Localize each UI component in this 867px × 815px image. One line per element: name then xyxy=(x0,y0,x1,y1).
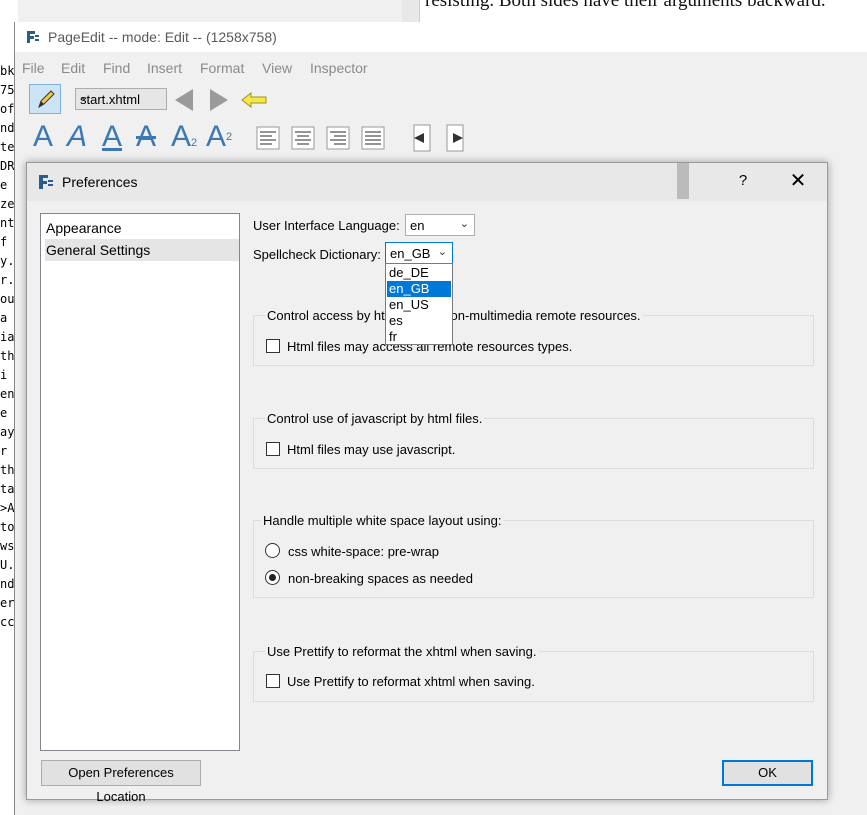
remote-resources-checkbox[interactable] xyxy=(266,339,280,353)
back-arrow-icon[interactable] xyxy=(173,87,195,113)
align-justify-icon[interactable] xyxy=(361,126,385,150)
chevron-down-icon: ⌄ xyxy=(437,246,447,258)
forward-arrow-icon[interactable] xyxy=(208,87,230,113)
align-center-icon[interactable] xyxy=(291,126,315,150)
menu-insert[interactable]: Insert xyxy=(147,60,182,76)
scroll-handle[interactable] xyxy=(677,163,689,199)
italic-a-icon[interactable]: A xyxy=(67,120,87,154)
nbsp-radio[interactable] xyxy=(265,570,280,585)
file-select[interactable]: start.xhtml ⌄ xyxy=(75,88,167,110)
pre-wrap-radio-label: css white-space: pre-wrap xyxy=(288,544,439,559)
menu-file[interactable]: File xyxy=(22,60,45,76)
prettify-checkbox[interactable] xyxy=(266,674,280,688)
dictionary-option-en-gb[interactable]: en_GB xyxy=(387,281,451,297)
spellcheck-select[interactable]: en_GB ⌄ xyxy=(385,242,453,264)
group-whitespace xyxy=(253,520,814,598)
background-document-top: resisting. Both sides have their argumen… xyxy=(402,0,867,24)
ui-language-value: en xyxy=(410,218,425,233)
background-scrollbar[interactable] xyxy=(402,0,420,24)
background-top-text: resisting. Both sides have their argumen… xyxy=(425,0,826,11)
pre-wrap-radio[interactable] xyxy=(265,543,280,558)
pencil-icon xyxy=(38,90,55,109)
spellcheck-value: en_GB xyxy=(390,246,431,261)
ui-language-select[interactable]: en ⌄ xyxy=(405,214,475,236)
menu-view[interactable]: View xyxy=(262,60,292,76)
spellcheck-label: Spellcheck Dictionary: xyxy=(253,247,381,262)
nbsp-radio-label: non-breaking spaces as needed xyxy=(288,571,474,586)
group-prettify-title: Use Prettify to reformat the xhtml when … xyxy=(265,644,539,659)
menu-inspector[interactable]: Inspector xyxy=(310,60,368,76)
menu-format[interactable]: Format xyxy=(200,60,244,76)
ok-button[interactable]: OK xyxy=(722,760,813,786)
align-left-icon[interactable] xyxy=(256,126,280,150)
help-button[interactable]: ? xyxy=(733,172,753,192)
return-arrow-icon[interactable] xyxy=(241,92,267,108)
preferences-logo-icon xyxy=(39,175,53,189)
dictionary-option-en-us[interactable]: en_US xyxy=(387,297,451,313)
superscript-a-icon[interactable]: A2 xyxy=(206,120,232,154)
prettify-checkbox-label: Use Prettify to reformat xhtml when savi… xyxy=(287,674,535,689)
close-button[interactable]: ✕ xyxy=(785,170,811,194)
dialog-title: Preferences xyxy=(62,174,138,190)
category-list: Appearance General Settings xyxy=(40,213,240,751)
menubar: File Edit Find Insert Format View Inspec… xyxy=(15,56,867,78)
dictionary-option-fr[interactable]: fr xyxy=(387,329,451,345)
group-javascript-title: Control use of javascript by html files. xyxy=(265,411,485,426)
dictionary-dropdown-list: de_DE en_GB en_US es fr xyxy=(385,263,453,345)
heading-a-icon[interactable]: A xyxy=(33,120,53,154)
menu-find[interactable]: Find xyxy=(103,60,130,76)
dictionary-option-de-de[interactable]: de_DE xyxy=(387,265,451,281)
chevron-down-icon: ⌄ xyxy=(80,92,89,103)
chevron-down-icon: ⌄ xyxy=(459,218,469,230)
preferences-dialog: Preferences ? ✕ Appearance General Setti… xyxy=(26,162,828,804)
strikethrough-a-icon[interactable]: A xyxy=(136,120,156,154)
ui-language-label: User Interface Language: xyxy=(253,218,400,233)
javascript-checkbox-label: Html files may use javascript. xyxy=(287,442,456,457)
dictionary-option-es[interactable]: es xyxy=(387,313,451,329)
align-right-icon[interactable] xyxy=(326,126,350,150)
javascript-checkbox[interactable] xyxy=(266,442,280,456)
outdent-icon[interactable] xyxy=(410,124,432,152)
group-remote-title: Control access by html files to non-mult… xyxy=(265,308,643,323)
subscript-a-icon[interactable]: A2 xyxy=(171,120,197,160)
indent-icon[interactable] xyxy=(445,124,467,152)
pageedit-titlebar: PageEdit -- mode: Edit -- (1258x758) xyxy=(15,22,867,52)
menu-edit[interactable]: Edit xyxy=(61,60,85,76)
pageedit-title: PageEdit -- mode: Edit -- (1258x758) xyxy=(48,29,277,45)
group-whitespace-title: Handle multiple white space layout using… xyxy=(261,513,504,528)
underline-a-icon[interactable]: A xyxy=(102,120,122,154)
pageedit-logo-icon xyxy=(25,29,41,45)
dialog-titlebar: Preferences ? ✕ xyxy=(27,163,827,201)
category-general-settings[interactable]: General Settings xyxy=(45,239,239,261)
category-appearance[interactable]: Appearance xyxy=(45,217,239,239)
open-preferences-location-button[interactable]: Open Preferences Location xyxy=(41,760,201,804)
edit-mode-button[interactable] xyxy=(29,84,61,114)
